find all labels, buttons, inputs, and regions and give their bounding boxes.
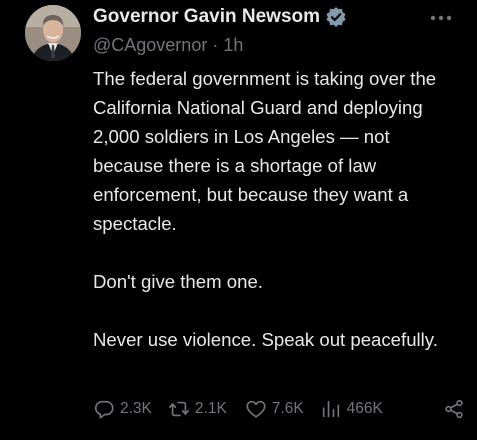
avatar[interactable] (25, 5, 81, 61)
retweet-button[interactable]: 2.1K (168, 398, 227, 420)
tweet[interactable]: Governor Gavin Newsom @CAgovernor · 1h The… (0, 0, 477, 440)
timestamp[interactable]: 1h (223, 35, 243, 55)
view-count: 466K (346, 400, 383, 417)
more-icon[interactable] (427, 8, 455, 28)
handle[interactable]: @CAgovernor (93, 35, 207, 55)
tweet-paragraph: The federal government is taking over th… (93, 68, 437, 234)
like-button[interactable]: 7.6K (245, 398, 304, 420)
display-name[interactable]: Governor Gavin Newsom (93, 6, 320, 28)
reply-count: 2.3K (120, 400, 152, 417)
tweet-paragraph: Never use violence. Speak out peacefully… (93, 329, 438, 350)
avatar-image (25, 5, 81, 61)
tweet-text: The federal government is taking over th… (93, 64, 463, 354)
retweet-count: 2.1K (194, 400, 227, 417)
retweet-icon (168, 398, 190, 420)
reply-button[interactable]: 2.3K (93, 398, 152, 420)
verified-badge-icon (325, 6, 347, 28)
handle-row: @CAgovernor · 1h (93, 35, 243, 56)
share-button[interactable] (443, 398, 465, 420)
separator: · (212, 35, 219, 55)
heart-icon (245, 398, 267, 420)
views-button[interactable]: 466K (320, 398, 383, 420)
share-icon (443, 398, 465, 420)
tweet-paragraph: Don't give them one. (93, 271, 263, 292)
reply-icon (93, 398, 115, 420)
action-bar: 2.3K 2.1K 7.6K 466K (93, 396, 465, 422)
like-count: 7.6K (271, 400, 304, 417)
author-row: Governor Gavin Newsom (93, 6, 347, 28)
views-icon (320, 398, 342, 420)
